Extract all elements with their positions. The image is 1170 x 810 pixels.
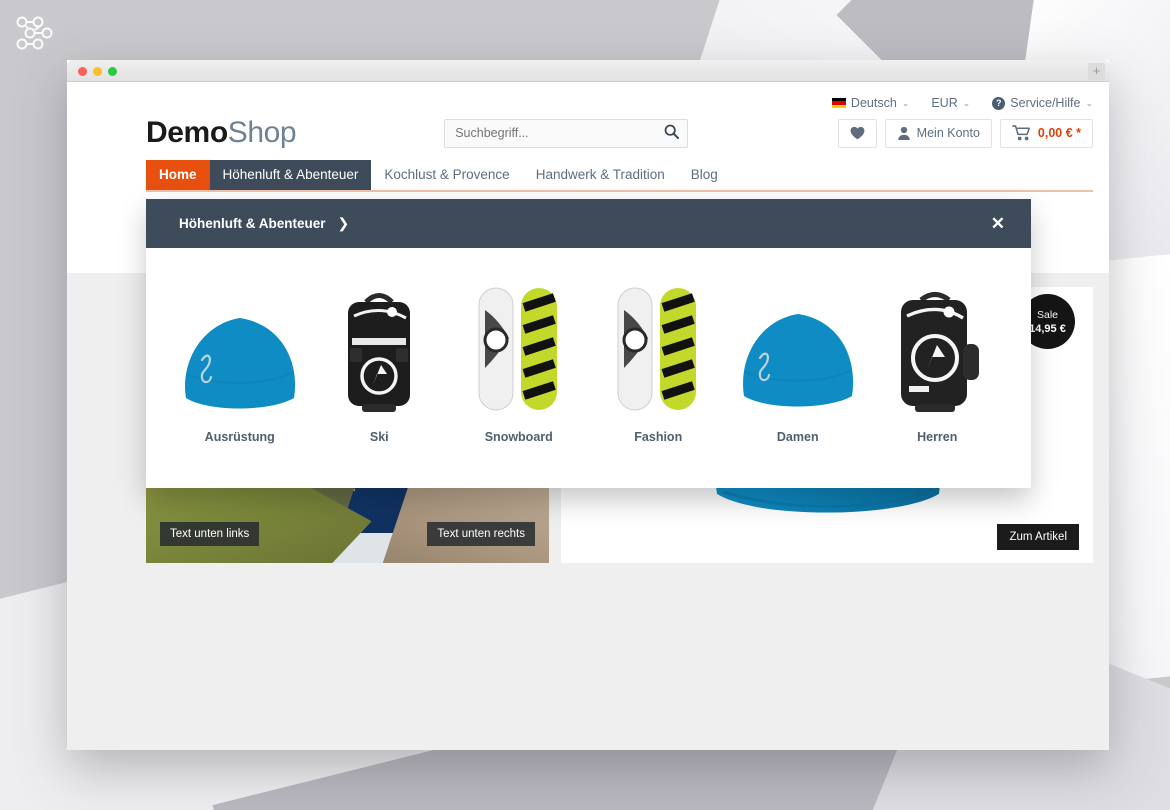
- service-help-label: Service/Hilfe: [1010, 96, 1081, 110]
- my-account-button[interactable]: Mein Konto: [884, 118, 992, 148]
- browser-window: + Deutsch ⌄ EUR ⌄ ? Service/Hilfe ⌄ Demo…: [67, 60, 1109, 750]
- heart-icon: [850, 126, 865, 140]
- banner-hotspot-bottom-right[interactable]: Text unten rechts: [427, 522, 535, 546]
- browser-titlebar: +: [67, 60, 1109, 82]
- browser-viewport: Deutsch ⌄ EUR ⌄ ? Service/Hilfe ⌄ DemoSh…: [67, 82, 1109, 750]
- mega-dropdown: Höhenluft & Abenteuer ❯ ✕ Ausrüstung Ski…: [146, 199, 1031, 488]
- header-actions: Mein Konto 0,00 € *: [837, 118, 1093, 148]
- chevron-down-icon: ⌄: [962, 97, 971, 108]
- desktop-background: + Deutsch ⌄ EUR ⌄ ? Service/Hilfe ⌄ Demo…: [0, 0, 1170, 810]
- category-image-backpack: [870, 282, 1004, 414]
- mega-dropdown-title: Höhenluft & Abenteuer: [179, 216, 326, 231]
- node-graph-icon: [16, 16, 53, 50]
- logo-part-demo: Demo: [146, 116, 228, 149]
- language-selector[interactable]: Deutsch ⌄: [831, 96, 910, 110]
- to-article-button[interactable]: Zum Artikel: [997, 524, 1079, 550]
- cart-icon: [1012, 125, 1030, 141]
- shop-logo[interactable]: DemoShop: [146, 116, 297, 150]
- window-minimize-button[interactable]: [93, 67, 102, 76]
- category-tile-ausruestung[interactable]: Ausrüstung: [173, 282, 307, 444]
- mega-dropdown-header: Höhenluft & Abenteuer ❯ ✕: [146, 199, 1031, 248]
- service-help-menu[interactable]: ? Service/Hilfe ⌄: [992, 96, 1093, 110]
- category-tile-herren[interactable]: Herren: [870, 282, 1004, 444]
- category-tile-fashion[interactable]: Fashion: [591, 282, 725, 444]
- sale-badge-title: Sale: [1036, 308, 1058, 321]
- search-form: [444, 118, 689, 148]
- category-label: Damen: [776, 430, 819, 444]
- main-navigation: Home Höhenluft & Abenteuer Kochlust & Pr…: [146, 160, 1093, 192]
- sale-badge-price: 14,95 €: [1029, 322, 1066, 335]
- chevron-right-icon[interactable]: ❯: [338, 215, 350, 232]
- category-image-snowboards: [591, 282, 725, 414]
- new-tab-button[interactable]: +: [1088, 63, 1105, 80]
- nav-item-kochlust-provence[interactable]: Kochlust & Provence: [371, 160, 522, 190]
- wishlist-button[interactable]: [837, 118, 877, 148]
- user-icon: [897, 126, 910, 140]
- language-label: Deutsch: [850, 96, 897, 110]
- category-label: Ausrüstung: [204, 430, 275, 444]
- category-label: Snowboard: [484, 430, 553, 444]
- window-maximize-button[interactable]: [108, 67, 117, 76]
- banner-hotspot-bottom-left[interactable]: Text unten links: [160, 522, 260, 546]
- nav-item-hoehenluft-abenteuer[interactable]: Höhenluft & Abenteuer: [209, 160, 372, 190]
- window-close-button[interactable]: [78, 67, 87, 76]
- question-mark-icon: ?: [992, 96, 1006, 110]
- logo-part-shop: Shop: [227, 116, 297, 149]
- search-icon: [664, 124, 680, 140]
- my-account-label: Mein Konto: [916, 126, 980, 140]
- search-button[interactable]: [657, 121, 686, 146]
- mega-dropdown-body: Ausrüstung Ski Snowboard Fashion Damen H…: [146, 248, 1031, 488]
- category-label: Fashion: [634, 430, 683, 444]
- category-image-backpack: [312, 282, 446, 414]
- chevron-down-icon: ⌄: [901, 97, 910, 108]
- category-label: Ski: [369, 430, 389, 444]
- category-label: Herren: [917, 430, 958, 444]
- chevron-down-icon: ⌄: [1085, 97, 1093, 108]
- cart-button[interactable]: 0,00 € *: [999, 118, 1093, 148]
- category-image-beanie: [173, 282, 307, 414]
- shop-header-row: DemoShop Suchbegriff... Mein Konto 0,00 …: [67, 110, 1109, 150]
- nav-item-blog[interactable]: Blog: [678, 160, 731, 190]
- search-input[interactable]: [444, 118, 689, 148]
- category-tile-snowboard[interactable]: Snowboard: [452, 282, 586, 444]
- currency-selector[interactable]: EUR ⌄: [931, 96, 970, 110]
- nav-item-handwerk-tradition[interactable]: Handwerk & Tradition: [523, 160, 678, 190]
- cart-amount: 0,00 € *: [1037, 126, 1081, 140]
- category-tile-ski[interactable]: Ski: [312, 282, 446, 444]
- shop-utility-bar: Deutsch ⌄ EUR ⌄ ? Service/Hilfe ⌄: [67, 82, 1109, 110]
- nav-item-home[interactable]: Home: [146, 160, 210, 190]
- german-flag-icon: [831, 98, 846, 108]
- close-icon[interactable]: ✕: [991, 214, 1005, 234]
- category-tile-damen[interactable]: Damen: [731, 282, 865, 444]
- currency-label: EUR: [931, 96, 958, 110]
- category-image-beanie: [731, 282, 865, 414]
- category-image-snowboards: [452, 282, 586, 414]
